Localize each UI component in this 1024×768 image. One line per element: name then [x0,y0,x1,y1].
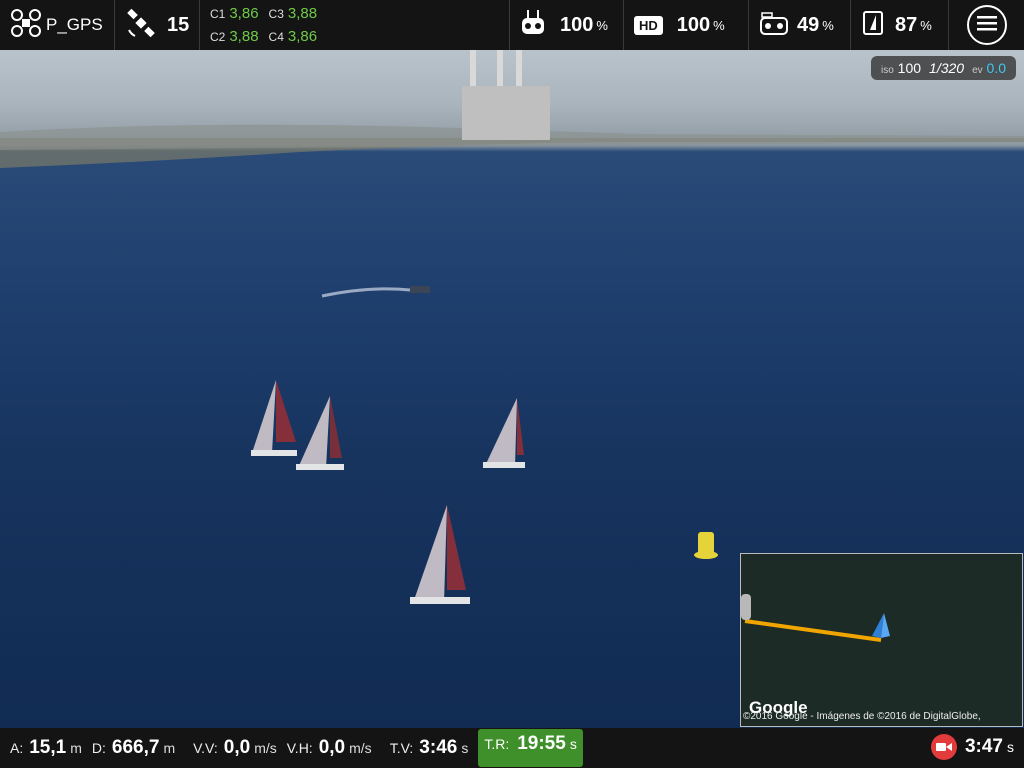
camera-settings-pill[interactable]: iso 100 1/320 ev 0.0 [870,56,1016,80]
drone-battery-indicator[interactable]: 87 % [851,0,949,50]
horizontal-speed-readout: V.H: 0,0 m/s [287,737,372,759]
remaining-time-readout: T.R: 19:55 s [478,729,583,767]
drone-icon [10,8,42,43]
rc-battery-indicator[interactable]: 49 % [749,0,851,50]
cell-label: C1 [210,7,226,21]
map-attribution: ©2016 Google - Imágenes de ©2016 de Digi… [743,711,981,722]
cell-value: 3,86 [287,28,318,45]
flight-time-unit: s [461,740,469,756]
status-bar: P_GPS 15 C13,86 C33,88 C23,88 C43,86 [0,0,1024,50]
menu-segment [949,0,1024,50]
cell-label: C4 [268,30,284,44]
recording-time-unit: s [1007,739,1014,755]
drone-model-indicator[interactable]: P_GPS [0,0,115,50]
remote-controller-icon [520,8,546,43]
altitude-value: 15,1 [29,737,67,758]
ev-label: ev [972,65,983,76]
flight-time-readout: T.V: 3:46 s [390,737,469,759]
cell-label: C2 [210,30,226,44]
battery-cells: C1 3,86 C3 3,88 C2 3,88 C4 3,86 [200,0,510,50]
iso-label: iso [880,65,894,76]
drone-battery-unit: % [920,17,932,33]
altitude-unit: m [70,740,82,756]
distance-label: D: [91,740,106,756]
distance-readout: D: 666,7 m [92,737,175,759]
remaining-time-unit: s [569,736,577,752]
cell-label: C3 [268,7,284,21]
altitude-label: A: [10,740,24,756]
video-record-icon [930,734,957,760]
rc-signal-unit: % [596,17,608,33]
minimap[interactable]: Google ©2016 Google - Imágenes de ©2016 … [740,553,1023,727]
telemetry-bar: A: 15,1 m D: 666,7 m V.V: 0,0 m/s V.H: 0… [0,728,1024,768]
vertical-speed-label: V.V: [193,740,218,756]
rc-battery-value: 49 [797,13,820,36]
flight-time-value: 3:46 [419,737,458,758]
hd-icon: HD [634,15,663,35]
satellite-icon [125,8,157,43]
satellite-count: 15 [167,13,190,36]
iso-value: 100 [897,60,922,76]
remaining-time-label: T.R: [484,736,510,752]
gps-indicator[interactable]: 15 [115,0,200,50]
vertical-speed-readout: V.V: 0,0 m/s [193,737,277,759]
remaining-time-value: 19:55 [517,733,566,754]
hd-signal-value: 100 [676,13,711,36]
remote-battery-icon [759,8,789,43]
record-indicator[interactable]: 3:47 s [930,734,1014,760]
drone-battery-value: 87 [895,13,918,36]
recording-time-value: 3:47 [964,736,1003,757]
horizontal-speed-unit: m/s [349,740,372,756]
hamburger-icon [976,15,997,36]
altitude-readout: A: 15,1 m [10,737,82,759]
hd-signal-unit: % [713,17,725,33]
distance-value: 666,7 [111,737,160,758]
shutter-value: 1/320 [929,60,965,76]
hd-signal-indicator[interactable]: HD 100 % [624,0,749,50]
ev-value: 0.0 [986,60,1006,76]
vertical-speed-unit: m/s [254,740,277,756]
distance-unit: m [163,740,176,756]
drone-name: P_GPS [46,15,103,34]
rc-battery-unit: % [822,17,834,33]
menu-button[interactable] [966,5,1007,45]
cell-value: 3,88 [229,28,259,45]
flight-time-label: T.V: [389,740,414,756]
rc-signal-value: 100 [560,13,594,36]
drone-battery-icon [861,8,889,43]
vertical-speed-value: 0,0 [223,737,251,758]
rc-signal-indicator[interactable]: 100 % [510,0,624,50]
cell-value: 3,86 [229,5,259,22]
cell-value: 3,88 [287,5,318,22]
horizontal-speed-value: 0,0 [318,737,346,758]
horizontal-speed-label: V.H: [286,740,313,756]
